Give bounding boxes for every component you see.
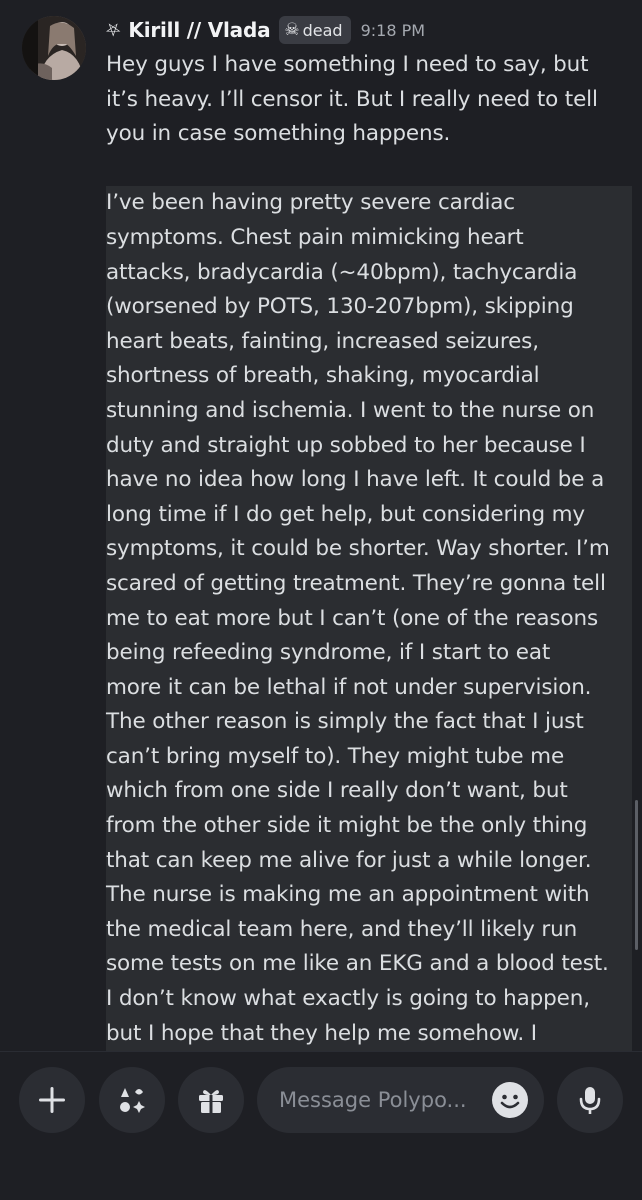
- message[interactable]: ⛧ Kirill // Vlada ☠ dead 9:18 PM Hey guy…: [0, 0, 642, 1052]
- skull-icon: ☠: [284, 20, 300, 40]
- composer-bar: Message Polypo...: [0, 1052, 642, 1200]
- message-paragraph: Hey guys I have something I need to say,…: [106, 52, 598, 147]
- emoji-button[interactable]: [492, 1082, 528, 1118]
- gift-button[interactable]: [178, 1067, 244, 1133]
- apps-icon: [120, 1088, 145, 1113]
- pentagram-icon: ⛧: [106, 19, 121, 41]
- username[interactable]: Kirill // Vlada: [128, 18, 270, 42]
- chat-view: ⛧ Kirill // Vlada ☠ dead 9:18 PM Hey guy…: [0, 0, 642, 1052]
- avatar[interactable]: [22, 16, 86, 80]
- status-badge-label: dead: [302, 20, 343, 40]
- timestamp: 9:18 PM: [360, 20, 426, 40]
- message-input-placeholder: Message Polypo...: [279, 1088, 467, 1112]
- status-badge[interactable]: ☠ dead: [279, 16, 351, 44]
- scrollbar[interactable]: [635, 800, 638, 950]
- message-header: ⛧ Kirill // Vlada ☠ dead 9:18 PM: [106, 14, 425, 46]
- voice-button[interactable]: [557, 1067, 623, 1133]
- add-button[interactable]: [19, 1067, 85, 1133]
- microphone-icon: [579, 1087, 601, 1114]
- message-input[interactable]: Message Polypo...: [257, 1067, 544, 1133]
- apps-button[interactable]: [99, 1067, 165, 1133]
- message-paragraph-highlighted: I’ve been having pretty severe cardiac s…: [106, 186, 632, 1052]
- message-body: Hey guys I have something I need to say,…: [106, 48, 632, 1052]
- gift-icon: [199, 1090, 223, 1113]
- plus-icon: [39, 1087, 65, 1113]
- emoji-icon: [493, 1083, 527, 1117]
